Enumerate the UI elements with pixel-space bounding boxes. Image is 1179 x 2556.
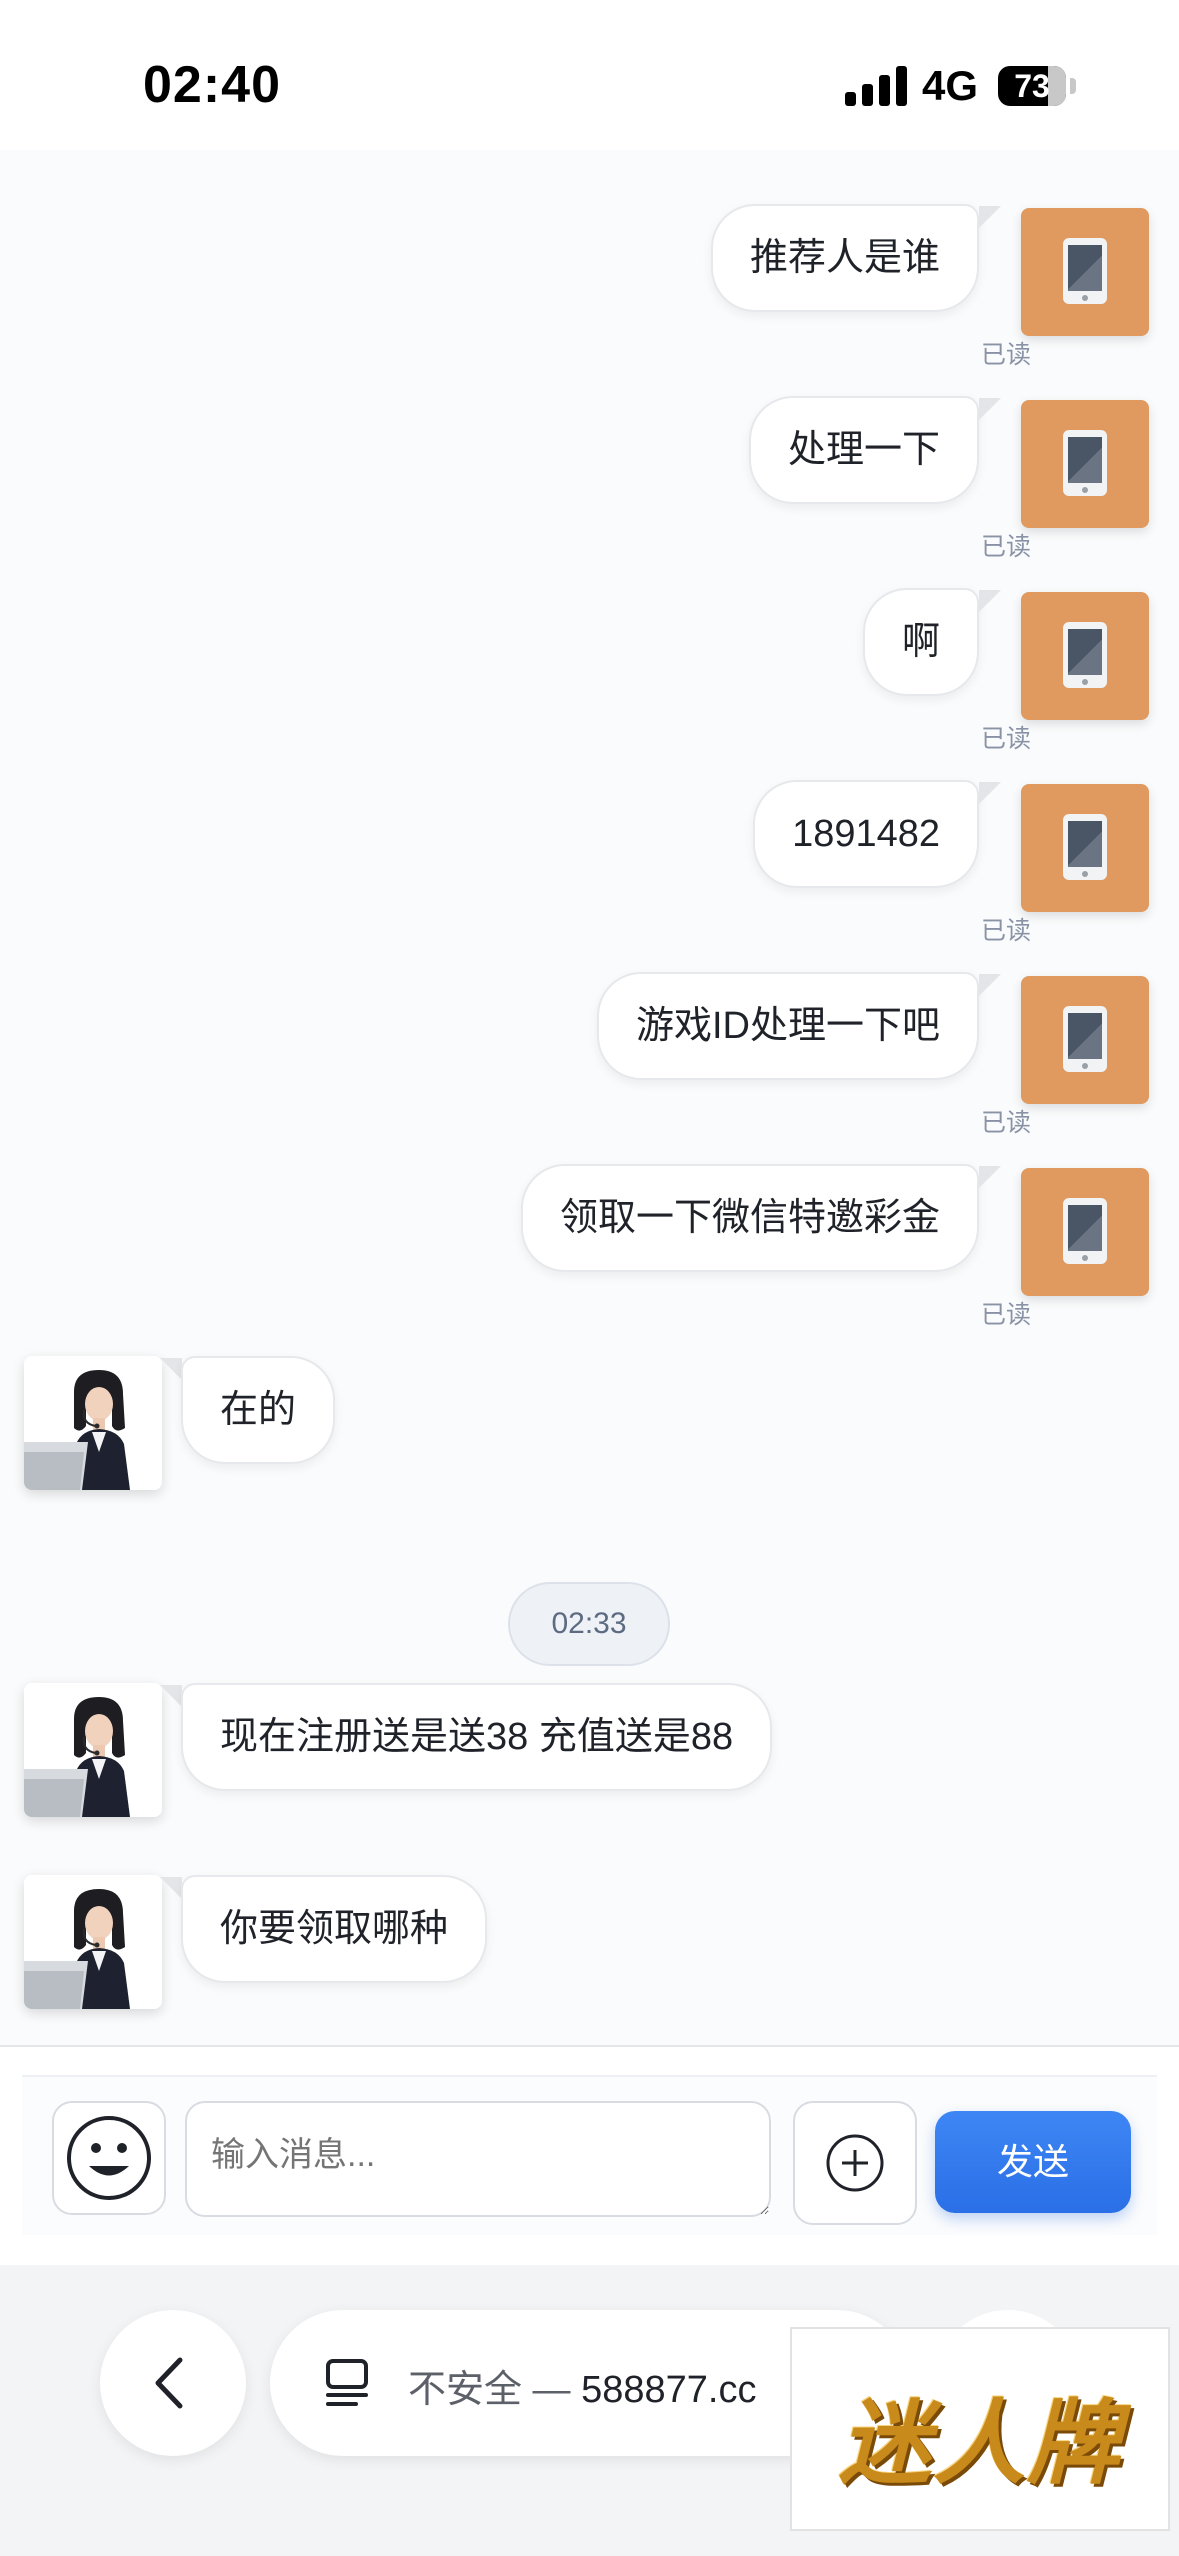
tablet-icon xyxy=(1063,238,1107,304)
message-received: 现在注册送是送38 充值送是88 xyxy=(0,1683,1179,1833)
message-sent: 处理一下 已读 xyxy=(0,342,1179,561)
time-divider: 02:33 xyxy=(508,1582,670,1666)
message-sent: 啊 已读 xyxy=(0,534,1179,753)
agent-avatar-image xyxy=(24,1683,162,1817)
agent-avatar[interactable] xyxy=(24,1356,162,1490)
tablet-icon xyxy=(1063,430,1107,496)
logo-text: 迷人牌 xyxy=(838,2389,1121,2497)
agent-avatar-image xyxy=(24,1356,162,1490)
reader-icon xyxy=(326,2359,368,2406)
insecure-label: 不安全 — xyxy=(408,2369,582,2411)
bubble-tail xyxy=(979,206,1001,228)
user-avatar[interactable] xyxy=(1021,976,1149,1104)
plus-circle-icon xyxy=(826,2134,884,2192)
tablet-icon xyxy=(1063,622,1107,688)
battery-cap xyxy=(1070,78,1076,94)
url-text: 不安全 — 588877.cc xyxy=(408,2358,757,2413)
composer-bar: 发送 xyxy=(0,2045,1179,2265)
user-avatar[interactable] xyxy=(1021,208,1149,336)
bubble-tail xyxy=(160,1877,182,1899)
tablet-icon xyxy=(1063,814,1107,880)
message-bubble[interactable]: 现在注册送是送38 充值送是88 xyxy=(181,1683,773,1791)
user-avatar[interactable] xyxy=(1021,784,1149,912)
composer-card: 发送 xyxy=(22,2075,1157,2235)
message-bubble[interactable]: 啊 xyxy=(862,588,979,696)
bubble-tail xyxy=(979,398,1001,420)
send-button[interactable]: 发送 xyxy=(935,2111,1131,2213)
battery-icon: 73 xyxy=(998,66,1066,106)
cellular-signal-icon xyxy=(845,66,907,106)
message-bubble[interactable]: 游戏ID处理一下吧 xyxy=(596,972,979,1080)
user-avatar[interactable] xyxy=(1021,592,1149,720)
url-domain: 588877.cc xyxy=(581,2369,757,2411)
battery-percent: 73 xyxy=(1014,68,1050,104)
user-avatar[interactable] xyxy=(1021,1168,1149,1296)
message-bubble[interactable]: 处理一下 xyxy=(748,396,979,504)
chat-message-list[interactable]: 推荐人是谁 已读 处理一下 已读 啊 已读 1891482 已读 游戏ID处理一… xyxy=(0,150,1179,2045)
message-bubble[interactable]: 在的 xyxy=(181,1356,336,1464)
agent-avatar[interactable] xyxy=(24,1683,162,1817)
message-received: 你要领取哪种 xyxy=(0,1875,1179,2025)
message-bubble[interactable]: 你要领取哪种 xyxy=(181,1875,488,1983)
read-receipt: 已读 xyxy=(981,1301,1032,1329)
message-bubble[interactable]: 领取一下微信特邀彩金 xyxy=(520,1164,979,1272)
watermark-logo: 迷人牌 xyxy=(790,2327,1170,2531)
message-sent: 1891482 已读 xyxy=(0,726,1179,945)
bubble-tail xyxy=(979,590,1001,612)
bubble-tail xyxy=(979,974,1001,996)
agent-avatar[interactable] xyxy=(24,1875,162,2009)
tablet-icon xyxy=(1063,1006,1107,1072)
user-avatar[interactable] xyxy=(1021,400,1149,528)
message-bubble[interactable]: 推荐人是谁 xyxy=(710,204,979,312)
bubble-tail xyxy=(979,1166,1001,1188)
message-sent: 推荐人是谁 已读 xyxy=(0,150,1179,369)
status-time: 02:40 xyxy=(143,56,281,114)
back-button[interactable] xyxy=(100,2310,246,2456)
bubble-tail xyxy=(160,1685,182,1707)
smiley-icon xyxy=(67,2116,151,2200)
message-bubble[interactable]: 1891482 xyxy=(753,780,979,888)
bubble-tail xyxy=(160,1358,182,1380)
chevron-left-icon xyxy=(155,2357,183,2409)
emoji-button[interactable] xyxy=(52,2101,166,2215)
attach-button[interactable] xyxy=(793,2101,917,2225)
network-type: 4G xyxy=(922,62,979,109)
bubble-tail xyxy=(979,782,1001,804)
tablet-icon xyxy=(1063,1198,1107,1264)
message-sent: 领取一下微信特邀彩金 已读 xyxy=(0,1110,1179,1329)
message-input[interactable] xyxy=(185,2101,771,2217)
message-sent: 游戏ID处理一下吧 已读 xyxy=(0,918,1179,1137)
status-bar: 02:40 4G 73 xyxy=(0,0,1179,150)
message-received: 在的 xyxy=(0,1356,1179,1506)
agent-avatar-image xyxy=(24,1875,162,2009)
